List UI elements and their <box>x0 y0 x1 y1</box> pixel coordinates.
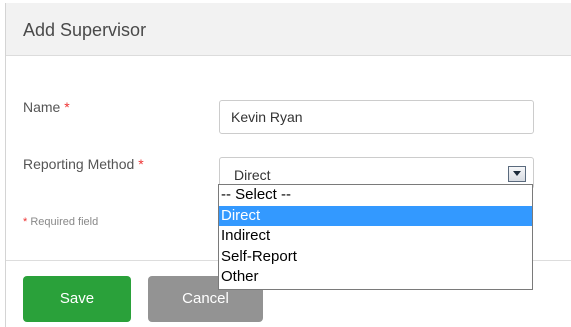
panel-header: Add Supervisor <box>6 3 571 56</box>
page-title: Add Supervisor <box>23 20 147 40</box>
option-indirect[interactable]: Indirect <box>219 226 532 247</box>
reporting-method-selected-value: Direct <box>234 167 271 183</box>
option-other[interactable]: Other <box>219 267 532 288</box>
chevron-down-icon[interactable] <box>508 166 526 182</box>
required-hint-mark: * <box>23 216 28 228</box>
name-input[interactable]: Kevin Ryan <box>219 100 534 134</box>
reporting-method-label: Reporting Method * <box>23 156 144 172</box>
option-select[interactable]: -- Select -- <box>219 185 532 206</box>
reporting-method-dropdown-list: -- Select -- Direct Indirect Self-Report… <box>218 184 533 290</box>
reporting-method-label-text: Reporting Method <box>23 156 135 172</box>
required-field-hint: * Required field <box>23 216 98 228</box>
save-button[interactable]: Save <box>23 276 131 322</box>
name-label-text: Name <box>23 99 61 115</box>
name-required-mark: * <box>64 99 70 115</box>
option-direct[interactable]: Direct <box>219 205 532 226</box>
reporting-method-required-mark: * <box>138 156 144 172</box>
name-label: Name * <box>23 99 70 115</box>
required-hint-text: Required field <box>30 216 99 228</box>
option-self-report[interactable]: Self-Report <box>219 247 532 268</box>
